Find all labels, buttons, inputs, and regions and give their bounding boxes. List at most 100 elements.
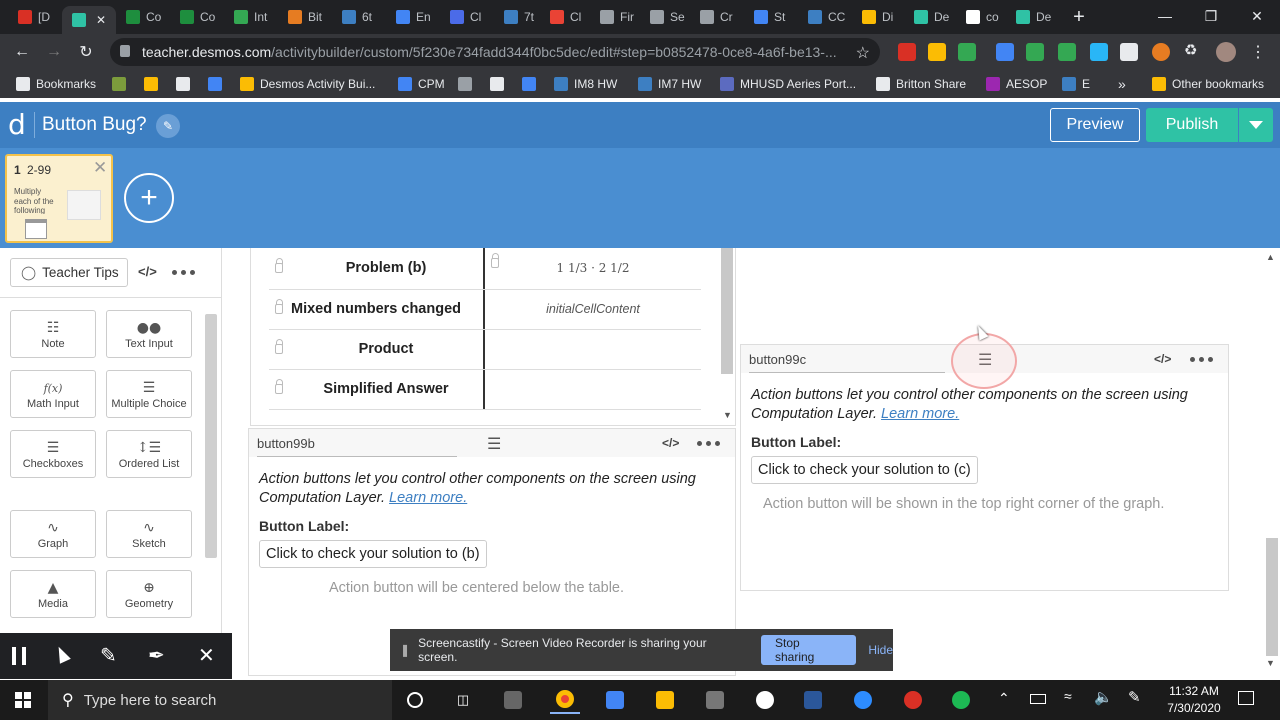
hide-button[interactable]: Hide	[868, 643, 893, 657]
delete-slide-icon[interactable]: ✕	[93, 158, 107, 178]
tool-math-input[interactable]: f(x) Math Input	[10, 370, 96, 418]
pen-icon[interactable]: ✎	[1128, 688, 1141, 706]
table-value-cell[interactable]	[487, 369, 699, 409]
clock-date[interactable]: 7/30/2020	[1162, 701, 1226, 715]
app-icon[interactable]	[700, 686, 730, 714]
browser-tab[interactable]: Di	[852, 4, 904, 30]
bookmark-item[interactable]	[458, 75, 478, 93]
desmos-logo[interactable]: d	[8, 108, 26, 141]
pause-icon[interactable]	[12, 647, 26, 665]
extension-icon[interactable]	[1090, 43, 1108, 61]
bookmark-item[interactable]: Britton Share	[876, 75, 966, 93]
code-icon[interactable]: </>	[662, 436, 679, 450]
extension-icon[interactable]	[898, 43, 916, 61]
browser-tab[interactable]: Se	[640, 4, 692, 30]
volume-icon[interactable]: 🔈	[1094, 688, 1113, 706]
browser-tab[interactable]: De	[904, 4, 956, 30]
browser-tab[interactable]: Int	[224, 4, 276, 30]
tool-media[interactable]: ▲ Media	[10, 570, 96, 618]
bookmark-item[interactable]: CPM	[398, 75, 445, 93]
browser-tab[interactable]: co	[956, 4, 1008, 30]
address-bar[interactable]: teacher.desmos.com/activitybuilder/custo…	[110, 38, 880, 66]
edit-title-icon[interactable]: ✎	[156, 114, 180, 138]
file-explorer-icon[interactable]	[650, 686, 680, 714]
chrome-icon[interactable]	[550, 686, 580, 714]
scroll-down-icon[interactable]: ▼	[1266, 658, 1275, 668]
bookmarks-overflow[interactable]: »	[1118, 75, 1126, 93]
browser-tab[interactable]: St	[744, 4, 796, 30]
tool-geometry[interactable]: ⊕ Geometry	[106, 570, 192, 618]
pointer-icon[interactable]	[53, 644, 71, 664]
component-name[interactable]: button99c	[749, 352, 806, 367]
activity-title[interactable]: Button Bug?	[42, 114, 147, 136]
browser-tab[interactable]: 7t	[494, 4, 546, 30]
scroll-up-icon[interactable]: ▲	[1266, 252, 1275, 262]
close-tab-icon[interactable]: ✕	[96, 13, 106, 27]
scrollbar[interactable]	[721, 248, 733, 374]
other-bookmarks[interactable]: Other bookmarks	[1152, 75, 1264, 93]
pen-icon[interactable]: ✎	[100, 643, 117, 668]
lock-icon[interactable]	[275, 258, 283, 273]
scroll-down-icon[interactable]: ▼	[723, 410, 732, 420]
app-icon[interactable]	[750, 686, 780, 714]
windows-start-icon[interactable]	[8, 686, 38, 714]
lock-icon[interactable]	[275, 299, 283, 314]
code-icon[interactable]: </>	[1154, 352, 1171, 366]
bookmark-item[interactable]	[112, 75, 132, 93]
browser-tab[interactable]: Bit	[278, 4, 330, 30]
back-button[interactable]: ←	[10, 40, 34, 64]
close-window-button[interactable]: ✕	[1234, 0, 1280, 32]
component-name[interactable]: button99b	[257, 436, 315, 451]
tool-text-input[interactable]: ●● Text Input	[106, 310, 192, 358]
extension-icon[interactable]	[958, 43, 976, 61]
tool-checkboxes[interactable]: ☰ Checkboxes	[10, 430, 96, 478]
bookmark-item[interactable]	[522, 75, 542, 93]
screencastify-icon[interactable]	[898, 686, 928, 714]
bookmark-item[interactable]: Desmos Activity Bui...	[240, 75, 375, 93]
browser-tab[interactable]: 6t	[332, 4, 384, 30]
browser-tab[interactable]: Cl	[540, 4, 592, 30]
learn-more-link[interactable]: Learn more.	[389, 490, 467, 506]
lock-icon[interactable]	[275, 339, 283, 354]
minimize-button[interactable]: —	[1142, 0, 1188, 32]
battery-icon[interactable]	[1030, 694, 1046, 704]
table-value-cell[interactable]: 1 1/3 · 2 1/2	[487, 248, 699, 288]
word-icon[interactable]	[798, 686, 828, 714]
tool-sketch[interactable]: ∿ Sketch	[106, 510, 192, 558]
new-tab-button[interactable]: +	[1068, 6, 1090, 28]
wifi-icon[interactable]: ≈	[1064, 688, 1072, 704]
drag-handle-icon[interactable]: ☰	[487, 434, 501, 454]
task-view-icon[interactable]: ◫	[448, 686, 478, 714]
browser-tab[interactable]: Cl	[440, 4, 492, 30]
tool-graph[interactable]: ∿ Graph	[10, 510, 96, 558]
star-icon[interactable]: ☆	[856, 43, 870, 63]
browser-tab[interactable]: Cr	[690, 4, 742, 30]
browser-tab[interactable]: De	[1006, 4, 1058, 30]
browser-tab[interactable]: ✕	[62, 6, 116, 34]
browser-tab[interactable]: [D	[8, 4, 60, 30]
extension-icon[interactable]	[996, 43, 1014, 61]
tool-note[interactable]: ☷ Note	[10, 310, 96, 358]
lock-icon[interactable]	[491, 253, 499, 268]
button-label-input[interactable]: Click to check your solution to (c)	[751, 456, 978, 484]
forward-button[interactable]: →	[42, 40, 66, 64]
bookmark-item[interactable]: E	[1062, 75, 1090, 93]
close-icon[interactable]: ✕	[198, 643, 215, 668]
browser-tab[interactable]: Fir	[590, 4, 642, 30]
more-options-icon[interactable]	[1190, 357, 1213, 362]
extension-icon[interactable]	[1120, 43, 1138, 61]
extension-icon[interactable]	[928, 43, 946, 61]
highlighter-icon[interactable]: ✒	[148, 643, 165, 668]
publish-dropdown-button[interactable]	[1239, 108, 1273, 142]
button-label-input[interactable]: Click to check your solution to (b)	[259, 540, 487, 568]
zoom-icon[interactable]	[848, 686, 878, 714]
menu-icon[interactable]: ⋮	[1246, 40, 1270, 64]
scrollbar[interactable]	[1266, 538, 1278, 656]
publish-button[interactable]: Publish	[1146, 108, 1238, 142]
bookmark-item[interactable]: AESOP	[986, 75, 1047, 93]
slide-thumbnail[interactable]: 1 2-99 ✕ Multiply each of the following	[5, 154, 113, 243]
tool-ordered-list[interactable]: ↕☰ Ordered List	[106, 430, 192, 478]
puzzle-icon[interactable]: ♻	[1184, 41, 1202, 59]
bookmark-item[interactable]: IM7 HW	[638, 75, 701, 93]
drag-handle-icon[interactable]: ❚	[400, 643, 410, 657]
